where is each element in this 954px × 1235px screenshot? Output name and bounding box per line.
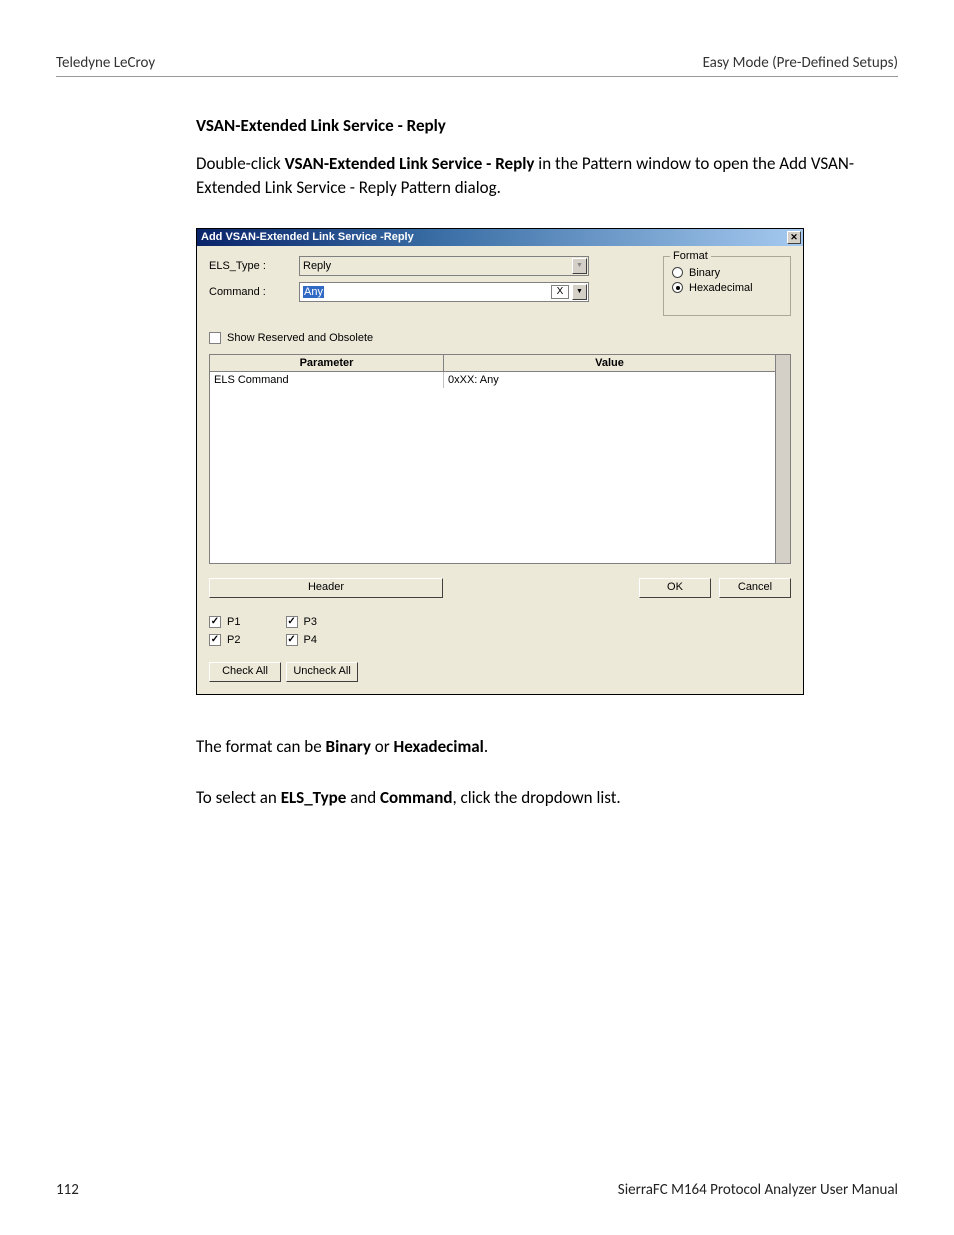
format-fieldset: Format Binary Hexadecimal xyxy=(663,256,791,316)
manual-title: SierraFC M164 Protocol Analyzer User Man… xyxy=(618,1181,898,1199)
check-all-button[interactable]: Check All xyxy=(209,662,281,682)
p3-label: P3 xyxy=(304,616,317,628)
intro-bold: VSAN-Extended Link Service - Reply xyxy=(285,153,535,174)
page-header: Teledyne LeCroy Easy Mode (Pre-Defined S… xyxy=(56,54,898,77)
checkbox-icon[interactable] xyxy=(209,616,221,628)
clear-icon[interactable]: X xyxy=(551,285,569,299)
radio-binary[interactable]: Binary xyxy=(672,267,782,279)
radio-binary-label: Binary xyxy=(689,267,720,279)
checkbox-p3[interactable]: P3 xyxy=(286,616,317,628)
parameter-grid: Parameter Value ELS Command 0xXX: Any xyxy=(209,354,791,564)
uncheck-all-button[interactable]: Uncheck All xyxy=(286,662,358,682)
cancel-button[interactable]: Cancel xyxy=(719,578,791,598)
radio-icon[interactable] xyxy=(672,282,683,293)
header-button[interactable]: Header xyxy=(209,578,443,598)
table-row[interactable]: ELS Command 0xXX: Any xyxy=(210,372,775,388)
p4-label: P4 xyxy=(304,634,317,646)
command-label: Command : xyxy=(209,286,299,298)
p3-mid: and xyxy=(346,787,380,808)
checkbox-icon[interactable] xyxy=(209,332,221,344)
radio-hex[interactable]: Hexadecimal xyxy=(672,282,782,294)
cell-value: 0xXX: Any xyxy=(444,372,775,388)
format-legend: Format xyxy=(670,250,711,262)
checkbox-p4[interactable]: P4 xyxy=(286,634,317,646)
dialog-title: Add VSAN-Extended Link Service -Reply xyxy=(201,231,414,243)
col-parameter[interactable]: Parameter xyxy=(210,355,444,372)
section-title: VSAN-Extended Link Service - Reply xyxy=(196,115,858,136)
header-right: Easy Mode (Pre-Defined Setups) xyxy=(703,54,898,72)
checkbox-icon[interactable] xyxy=(209,634,221,646)
chevron-down-icon[interactable]: ▼ xyxy=(572,258,587,274)
p2-b2: Hexadecimal xyxy=(394,736,484,757)
radio-hex-label: Hexadecimal xyxy=(689,282,753,294)
radio-icon[interactable] xyxy=(672,267,683,278)
checkbox-p2[interactable]: P2 xyxy=(209,634,240,646)
intro-pre: Double-click xyxy=(196,153,285,174)
page-number: 112 xyxy=(56,1181,79,1199)
dialog-titlebar[interactable]: Add VSAN-Extended Link Service -Reply ✕ xyxy=(197,229,803,246)
command-value: Any xyxy=(300,286,551,298)
port-checkboxes: P1 P2 P3 P4 Check All Uncheck All xyxy=(209,616,791,682)
p1-label: P1 xyxy=(227,616,240,628)
col-value[interactable]: Value xyxy=(444,355,775,372)
p3-b1: ELS_Type xyxy=(281,787,347,808)
ok-button[interactable]: OK xyxy=(639,578,711,598)
p3-post: , click the dropdown list. xyxy=(452,787,620,808)
p2-mid: or xyxy=(371,736,394,757)
p2-label: P2 xyxy=(227,634,240,646)
els-type-combo[interactable]: Reply ▼ xyxy=(299,256,589,276)
checkbox-p1[interactable]: P1 xyxy=(209,616,240,628)
checkbox-icon[interactable] xyxy=(286,616,298,628)
show-reserved-label: Show Reserved and Obsolete xyxy=(227,332,373,344)
cell-parameter: ELS Command xyxy=(210,372,444,388)
page-footer: 112 SierraFC M164 Protocol Analyzer User… xyxy=(56,1181,898,1199)
add-vsan-dialog: Add VSAN-Extended Link Service -Reply ✕ … xyxy=(196,228,804,695)
close-icon[interactable]: ✕ xyxy=(787,231,801,244)
els-type-value: Reply xyxy=(300,260,571,272)
header-left: Teledyne LeCroy xyxy=(56,54,155,72)
command-combo[interactable]: Any X ▼ xyxy=(299,282,589,302)
p2-post: . xyxy=(484,736,488,757)
checkbox-icon[interactable] xyxy=(286,634,298,646)
intro-paragraph: Double-click VSAN-Extended Link Service … xyxy=(196,152,858,200)
p2-b1: Binary xyxy=(326,736,371,757)
p3-pre: To select an xyxy=(196,787,281,808)
scrollbar[interactable] xyxy=(775,355,790,563)
p2-pre: The format can be xyxy=(196,736,326,757)
format-paragraph: The format can be Binary or Hexadecimal. xyxy=(196,735,858,759)
show-reserved-checkbox[interactable]: Show Reserved and Obsolete xyxy=(209,332,791,344)
select-paragraph: To select an ELS_Type and Command, click… xyxy=(196,786,858,810)
els-type-label: ELS_Type : xyxy=(209,260,299,272)
chevron-down-icon[interactable]: ▼ xyxy=(572,284,587,300)
p3-b2: Command xyxy=(380,787,452,808)
